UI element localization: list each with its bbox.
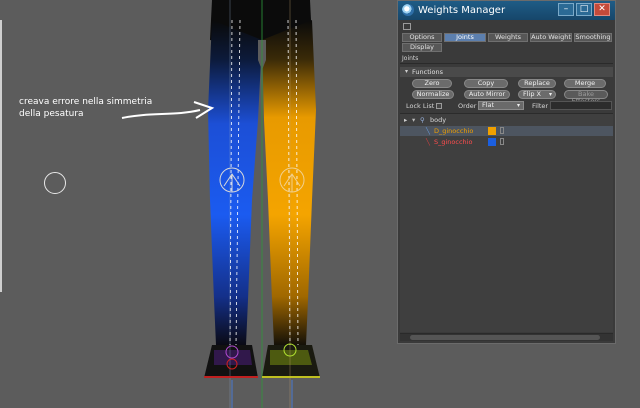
window-title-bar[interactable]: Weights Manager – □ ✕ (398, 1, 615, 20)
annotation-line-2: della pesatura (19, 109, 84, 119)
section-label: Joints (402, 55, 419, 62)
tree-row-body[interactable]: ▸ ▾ ⚲ body (400, 115, 613, 125)
lock-icon[interactable] (500, 127, 504, 134)
tab-joints[interactable]: Joints (444, 33, 486, 42)
minimize-button[interactable]: – (558, 3, 574, 16)
menu-icon[interactable] (403, 23, 411, 30)
normalize-button[interactable]: Normalize (412, 90, 454, 99)
lock-icon[interactable] (500, 138, 504, 145)
joint-tree-list[interactable]: ▸ ▾ ⚲ body ╲ D_ginocchio ╲ S_ginocchio (400, 113, 613, 332)
zero-button[interactable]: Zero (412, 79, 452, 88)
annotation-line-1: creava errore nella simmetria (19, 97, 153, 107)
functions-label: Functions (412, 68, 444, 76)
order-select[interactable]: Flat (478, 101, 524, 110)
tab-smoothing[interactable]: Smoothing (574, 33, 612, 42)
divider (400, 63, 613, 64)
scrollbar-thumb[interactable] (410, 335, 600, 340)
expand-arrow-icon[interactable]: ▾ (412, 115, 415, 125)
lock-list-checkbox[interactable] (436, 103, 442, 109)
filter-input[interactable] (550, 101, 612, 110)
joint-root-icon: ⚲ (420, 116, 425, 124)
tree-row-d-ginocchio[interactable]: ╲ D_ginocchio (400, 126, 613, 136)
collapse-arrow-icon: ▾ (405, 68, 409, 75)
tree-item-label: S_ginocchio (434, 138, 473, 146)
window-title: Weights Manager (418, 5, 506, 16)
annotation-text: creava errore nella simmetria della pesa… (19, 96, 152, 120)
color-swatch[interactable] (488, 127, 496, 135)
tab-options[interactable]: Options (402, 33, 442, 42)
tree-item-label: D_ginocchio (434, 127, 474, 135)
auto-mirror-button[interactable]: Auto Mirror (464, 90, 510, 99)
tab-display[interactable]: Display (402, 43, 442, 52)
copy-button[interactable]: Copy (464, 79, 508, 88)
horizontal-scrollbar[interactable] (400, 333, 613, 341)
filter-label: Filter (532, 102, 549, 110)
tab-weights[interactable]: Weights (488, 33, 528, 42)
cursor-circle-icon (44, 172, 66, 194)
tab-auto-weight[interactable]: Auto Weight (530, 33, 572, 42)
functions-group-header[interactable]: ▾ Functions (400, 67, 613, 77)
flip-axis-dropdown[interactable]: Flip X (518, 90, 556, 99)
tree-item-label: body (430, 116, 447, 124)
joint-icon: ╲ (426, 127, 430, 135)
color-swatch[interactable] (488, 138, 496, 146)
joint-icon: ╲ (426, 138, 430, 146)
maximize-button[interactable]: □ (576, 3, 592, 16)
lock-list-label: Lock List (406, 102, 435, 110)
bake-effectors-button[interactable]: Bake Effectors (564, 90, 608, 105)
merge-button[interactable]: Merge (564, 79, 606, 88)
left-leg-mesh (208, 20, 262, 345)
cinema4d-logo-icon (402, 4, 414, 16)
replace-button[interactable]: Replace (518, 79, 556, 88)
order-label: Order (458, 102, 477, 110)
expand-arrow-icon[interactable]: ▸ (404, 115, 407, 125)
close-button[interactable]: ✕ (594, 3, 610, 16)
tree-row-s-ginocchio[interactable]: ╲ S_ginocchio (400, 137, 613, 147)
weights-manager-window[interactable]: Weights Manager – □ ✕ Options Joints Wei… (397, 0, 616, 344)
